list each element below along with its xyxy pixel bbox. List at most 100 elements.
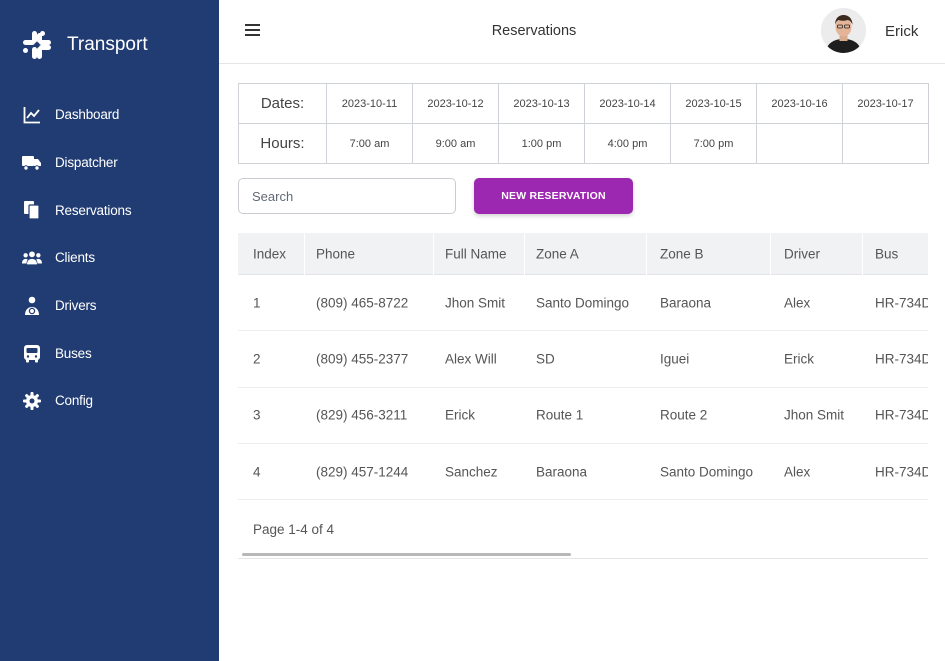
cell-driver: Jhon Smit bbox=[784, 407, 845, 423]
hour-cell[interactable]: 7:00 am bbox=[326, 123, 413, 164]
sidebar-item-label: Reservations bbox=[55, 202, 132, 218]
sidebar-item-dispatcher[interactable]: Dispatcher bbox=[0, 139, 219, 187]
date-cell[interactable]: 2023-10-16 bbox=[756, 83, 843, 124]
schedule-table: Dates: 2023-10-11 2023-10-12 2023-10-13 … bbox=[238, 83, 929, 164]
pagination-info: Page 1-4 of 4 bbox=[253, 522, 335, 537]
column-divider bbox=[304, 233, 305, 275]
dates-label: Dates: bbox=[238, 83, 327, 124]
cell-zone-b: Santo Domingo bbox=[660, 464, 754, 480]
cell-zone-b: Iguei bbox=[660, 351, 690, 367]
driver-icon bbox=[22, 296, 42, 316]
cell-index: 3 bbox=[253, 407, 261, 423]
cell-bus: HR-734D bbox=[875, 464, 928, 480]
table-row[interactable]: 2 (809) 455-2377 Alex Will SD Iguei Eric… bbox=[238, 331, 928, 388]
chart-line-icon bbox=[22, 105, 42, 125]
date-cell[interactable]: 2023-10-11 bbox=[326, 83, 413, 124]
table-row[interactable]: 3 (829) 456-3211 Erick Route 1 Route 2 J… bbox=[238, 388, 928, 444]
scrollbar-thumb[interactable] bbox=[242, 553, 571, 556]
column-header-phone[interactable]: Phone bbox=[316, 246, 355, 261]
sidebar-item-drivers[interactable]: Drivers bbox=[0, 282, 219, 330]
dates-row: Dates: 2023-10-11 2023-10-12 2023-10-13 … bbox=[238, 83, 929, 124]
brand[interactable]: Transport bbox=[21, 29, 148, 61]
cell-zone-b: Route 2 bbox=[660, 407, 708, 423]
column-divider bbox=[646, 233, 647, 275]
cell-index: 4 bbox=[253, 464, 261, 480]
cell-full-name: Alex Will bbox=[445, 351, 497, 367]
user-avatar-icon bbox=[821, 8, 866, 53]
hours-row: Hours: 7:00 am 9:00 am 1:00 pm 4:00 pm 7… bbox=[238, 123, 929, 164]
reservations-table: Index Phone Full Name Zone A Zone B Driv… bbox=[238, 233, 928, 559]
date-cell[interactable]: 2023-10-13 bbox=[498, 83, 585, 124]
cell-bus: HR-734D bbox=[875, 295, 928, 311]
cell-full-name: Jhon Smit bbox=[445, 295, 506, 311]
table-row[interactable]: 1 (809) 465-8722 Jhon Smit Santo Domingo… bbox=[238, 275, 928, 332]
users-icon bbox=[22, 248, 42, 268]
date-cell[interactable]: 2023-10-12 bbox=[412, 83, 499, 124]
cell-index: 1 bbox=[253, 295, 261, 311]
search-input[interactable] bbox=[238, 178, 456, 214]
cell-phone: (829) 457-1244 bbox=[316, 464, 409, 480]
column-header-index[interactable]: Index bbox=[253, 246, 286, 261]
cell-phone: (829) 456-3211 bbox=[316, 407, 408, 423]
documents-icon bbox=[22, 200, 42, 220]
sidebar-item-label: Dispatcher bbox=[55, 155, 118, 171]
column-divider bbox=[862, 233, 863, 275]
brand-name: Transport bbox=[67, 34, 148, 55]
date-cell[interactable]: 2023-10-14 bbox=[584, 83, 671, 124]
table-header: Index Phone Full Name Zone A Zone B Driv… bbox=[238, 233, 928, 275]
truck-icon bbox=[22, 153, 42, 173]
hour-cell[interactable]: 9:00 am bbox=[412, 123, 499, 164]
sidebar-item-buses[interactable]: Buses bbox=[0, 329, 219, 377]
hour-cell[interactable]: 7:00 pm bbox=[670, 123, 757, 164]
cell-driver: Alex bbox=[784, 295, 811, 311]
column-header-driver[interactable]: Driver bbox=[784, 246, 820, 261]
sidebar-item-label: Dashboard bbox=[55, 107, 120, 123]
column-header-zone-b[interactable]: Zone B bbox=[660, 246, 704, 261]
sidebar-item-label: Clients bbox=[55, 250, 95, 266]
cell-full-name: Erick bbox=[445, 407, 475, 423]
cell-zone-b: Baraona bbox=[660, 295, 712, 311]
column-divider bbox=[770, 233, 771, 275]
user-name[interactable]: Erick bbox=[885, 23, 918, 40]
date-cell[interactable]: 2023-10-17 bbox=[842, 83, 929, 124]
column-header-full-name[interactable]: Full Name bbox=[445, 246, 507, 261]
new-reservation-button[interactable]: NEW RESERVATION bbox=[474, 178, 633, 214]
sidebar-item-config[interactable]: Config bbox=[0, 377, 219, 425]
column-header-zone-a[interactable]: Zone A bbox=[536, 246, 579, 261]
hours-label: Hours: bbox=[238, 123, 327, 164]
table-row[interactable]: 4 (829) 457-1244 Sanchez Baraona Santo D… bbox=[238, 444, 928, 501]
table-footer: Page 1-4 of 4 bbox=[238, 515, 928, 545]
sidebar: Transport Dashboard Dispatcher Reservati… bbox=[0, 0, 219, 661]
top-header: Reservations Erick bbox=[219, 0, 945, 64]
sidebar-item-clients[interactable]: Clients bbox=[0, 234, 219, 282]
cell-bus: HR-734D bbox=[875, 351, 928, 367]
hour-cell[interactable]: 4:00 pm bbox=[584, 123, 671, 164]
column-header-bus[interactable]: Bus bbox=[875, 246, 898, 261]
avatar[interactable] bbox=[821, 8, 866, 53]
sidebar-item-dashboard[interactable]: Dashboard bbox=[0, 91, 219, 139]
slack-logo-icon bbox=[23, 31, 51, 59]
hour-cell[interactable] bbox=[756, 123, 843, 164]
hour-cell[interactable]: 1:00 pm bbox=[498, 123, 585, 164]
cell-zone-a: SD bbox=[536, 351, 555, 367]
cell-phone: (809) 465-8722 bbox=[316, 295, 409, 311]
gear-icon bbox=[22, 391, 42, 411]
column-divider bbox=[524, 233, 525, 275]
sidebar-nav: Dashboard Dispatcher Reservations Client… bbox=[0, 91, 219, 425]
sidebar-item-label: Buses bbox=[55, 345, 92, 361]
date-cell[interactable]: 2023-10-15 bbox=[670, 83, 757, 124]
cell-index: 2 bbox=[253, 351, 261, 367]
column-divider bbox=[433, 233, 434, 275]
cell-full-name: Sanchez bbox=[445, 464, 498, 480]
cell-phone: (809) 455-2377 bbox=[316, 351, 409, 367]
sidebar-item-reservations[interactable]: Reservations bbox=[0, 186, 219, 234]
sidebar-item-label: Config bbox=[55, 393, 93, 409]
cell-driver: Erick bbox=[784, 351, 814, 367]
cell-zone-a: Santo Domingo bbox=[536, 295, 630, 311]
bus-icon bbox=[22, 343, 42, 363]
page-title: Reservations bbox=[491, 23, 577, 39]
hour-cell[interactable] bbox=[842, 123, 929, 164]
cell-bus: HR-734D bbox=[875, 407, 928, 423]
cell-zone-a: Route 1 bbox=[536, 407, 584, 423]
cell-zone-a: Baraona bbox=[536, 464, 588, 480]
